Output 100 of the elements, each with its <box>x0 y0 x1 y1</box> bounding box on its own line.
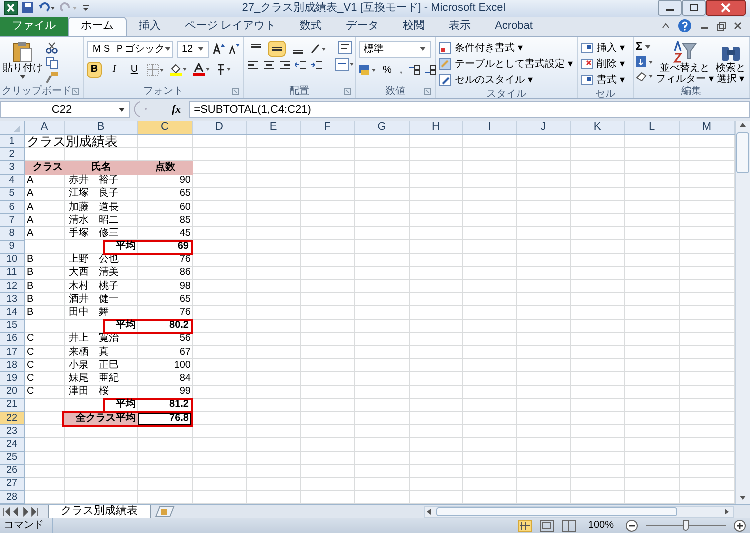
paintbrush-icon[interactable] <box>46 72 58 84</box>
align-right-icon[interactable] <box>279 60 291 71</box>
ribbon-tab[interactable]: データ <box>334 16 392 36</box>
file-tab[interactable]: ファイル <box>0 16 68 36</box>
zoom-in-icon[interactable] <box>734 520 746 532</box>
caret-icon[interactable] <box>119 108 125 112</box>
restore-icon[interactable] <box>717 22 726 31</box>
row-header[interactable]: 10 <box>0 254 25 267</box>
close-button[interactable] <box>706 0 746 16</box>
row-header[interactable]: 15 <box>0 320 25 333</box>
zoom-slider[interactable] <box>646 520 726 532</box>
caret-icon[interactable] <box>644 45 651 50</box>
customize-toolbar-icon[interactable] <box>82 3 90 14</box>
column-header[interactable]: K <box>571 121 625 134</box>
maximize-button[interactable] <box>682 0 706 16</box>
horizontal-scrollbar[interactable] <box>424 506 734 518</box>
column-header[interactable]: H <box>410 121 463 134</box>
caret-icon[interactable] <box>164 47 171 52</box>
row-header[interactable]: 19 <box>0 372 25 386</box>
row-header[interactable]: 8 <box>0 227 25 240</box>
merge-cells-icon[interactable] <box>335 58 355 71</box>
column-header[interactable]: A <box>25 121 65 134</box>
cell-menu-button[interactable]: 書式 ▾ <box>581 72 625 88</box>
ribbon-tab[interactable]: ホーム <box>68 16 127 36</box>
formula-field[interactable]: =SUBTOTAL(1,C4:C21) <box>189 101 750 118</box>
increase-indent-icon[interactable] <box>311 60 323 71</box>
row-header[interactable]: 24 <box>0 438 25 452</box>
row-header[interactable]: 9 <box>0 240 25 254</box>
wrap-text-icon[interactable] <box>335 40 355 54</box>
ribbon-tab[interactable]: Acrobat <box>483 16 545 36</box>
fill-down-icon[interactable] <box>636 56 654 68</box>
shrink-font-icon[interactable] <box>229 43 240 56</box>
paste-button[interactable]: 貼り付け <box>3 62 43 75</box>
style-menu-button[interactable]: 条件付き書式 ▾ <box>439 40 573 56</box>
row-header[interactable]: 28 <box>0 491 25 504</box>
row-header[interactable]: 6 <box>0 200 25 214</box>
slider-thumb[interactable] <box>683 520 689 530</box>
ribbon-tab[interactable]: ページ レイアウト <box>173 16 288 36</box>
font-size-field[interactable]: 12 <box>177 40 209 58</box>
row-header[interactable]: 16 <box>0 332 25 346</box>
normal-view-icon[interactable] <box>518 520 532 532</box>
decrease-indent-icon[interactable] <box>295 60 307 71</box>
undo-icon[interactable] <box>38 2 56 14</box>
spreadsheet-app-icon[interactable] <box>4 1 18 16</box>
column-header[interactable]: I <box>463 121 517 134</box>
borders-icon[interactable] <box>147 64 165 76</box>
row-header[interactable]: 11 <box>0 266 25 280</box>
vertical-align-button[interactable] <box>268 40 286 57</box>
currency-icon[interactable] <box>359 64 377 76</box>
sort-filter-button[interactable]: 並べ替えと フィルター ▾ <box>656 40 714 85</box>
caret-icon[interactable] <box>20 74 26 79</box>
row-header[interactable]: 3 <box>0 161 25 175</box>
row-header[interactable]: 18 <box>0 359 25 372</box>
row-header[interactable]: 27 <box>0 478 25 492</box>
caret-icon[interactable] <box>420 47 426 52</box>
style-menu-button[interactable]: セルのスタイル ▾ <box>439 72 573 88</box>
row-header[interactable]: 14 <box>0 306 25 320</box>
eraser-icon[interactable] <box>636 70 654 82</box>
row-header[interactable]: 13 <box>0 293 25 306</box>
format-button[interactable]: I <box>107 62 122 78</box>
row-header[interactable]: 2 <box>0 148 25 162</box>
ribbon-tab[interactable]: 表示 <box>437 16 484 36</box>
cell-menu-button[interactable]: 削除 ▾ <box>581 56 625 72</box>
increase-decimal-icon[interactable] <box>408 64 421 76</box>
align-center-icon[interactable] <box>263 60 275 71</box>
format-button[interactable]: B <box>87 62 102 78</box>
format-button[interactable]: U <box>127 62 142 78</box>
column-header[interactable]: C <box>138 121 193 134</box>
page-layout-view-icon[interactable] <box>540 520 554 532</box>
align-left-icon[interactable] <box>247 60 259 71</box>
insert-sheet-icon[interactable] <box>155 506 175 518</box>
row-header[interactable]: 17 <box>0 346 25 360</box>
row-header[interactable]: 4 <box>0 174 25 188</box>
decrease-decimal-icon[interactable] <box>424 64 437 76</box>
grow-font-icon[interactable] <box>213 43 225 56</box>
collapse-ribbon-icon[interactable] <box>662 22 670 30</box>
close-icon[interactable] <box>734 22 742 30</box>
insert-function-button[interactable]: fx <box>168 102 186 118</box>
text-orientation-icon[interactable] <box>310 42 328 55</box>
row-header[interactable]: 12 <box>0 280 25 294</box>
fill-color-icon[interactable] <box>170 63 188 76</box>
row-header[interactable]: 22 <box>0 412 25 426</box>
minimize-button[interactable] <box>658 0 682 16</box>
column-header[interactable]: J <box>517 121 571 134</box>
copy-icon[interactable] <box>46 56 58 69</box>
style-menu-button[interactable]: テーブルとして書式設定 ▾ <box>439 56 573 72</box>
row-header[interactable]: 23 <box>0 425 25 438</box>
sheet-tab[interactable]: クラス別成績表 <box>48 504 151 518</box>
phonetic-guide-icon[interactable] <box>216 63 232 76</box>
row-header[interactable]: 7 <box>0 214 25 228</box>
row-header[interactable]: 25 <box>0 452 25 465</box>
scissors-icon[interactable] <box>46 42 58 54</box>
clipboard-icon[interactable] <box>13 40 33 63</box>
column-header[interactable]: E <box>247 121 301 134</box>
column-header[interactable]: L <box>625 121 680 134</box>
zoom-out-icon[interactable] <box>626 520 638 532</box>
row-header[interactable]: 1 <box>0 135 25 148</box>
column-header[interactable]: D <box>193 121 247 134</box>
cell-menu-button[interactable]: 挿入 ▾ <box>581 40 625 56</box>
row-header[interactable]: 20 <box>0 386 25 399</box>
